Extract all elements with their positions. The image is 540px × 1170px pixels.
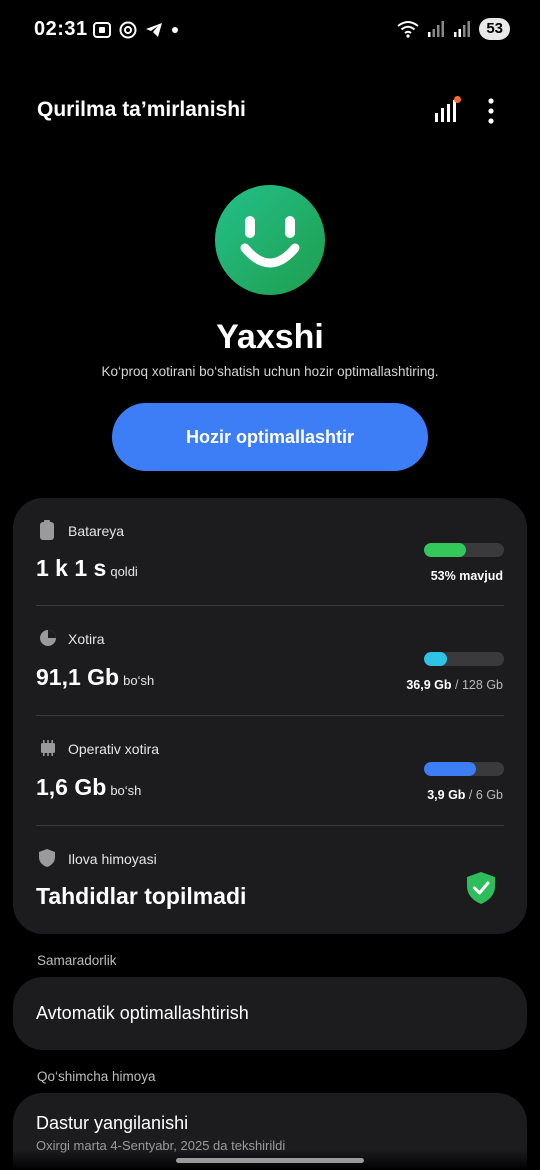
wifi-icon: [397, 21, 419, 38]
battery-level-badge: 53: [479, 18, 510, 40]
battery-caption: 53% mavjud: [430, 569, 503, 583]
app-protection-value: Tahdidlar topilmadi: [36, 883, 247, 909]
extra-protection-section-label: Qo‘shimcha himoya: [37, 1069, 156, 1084]
optimize-now-button[interactable]: Hozir optimallashtir: [112, 403, 428, 471]
ram-bar-fill: [424, 762, 476, 776]
pie-chart-icon: [40, 630, 56, 646]
auto-optimization-label: Avtomatik optimallashtirish: [36, 1003, 249, 1023]
storage-used: 36,9 Gb: [406, 678, 452, 692]
ram-value: 1,6 Gb: [36, 774, 107, 800]
ram-row[interactable]: Operativ xotira 1,6 Gb bo‘sh 3,9 Gb / 6 G…: [13, 716, 527, 825]
device-status-title: Yaxshi: [216, 318, 324, 356]
battery-value: 1 k 1 s: [36, 555, 107, 581]
home-indicator[interactable]: [176, 1158, 364, 1163]
more-options-icon: [488, 98, 494, 124]
device-status-hint: Ko‘proq xotirani bo‘shatish uchun hozir …: [101, 364, 439, 379]
app-protection-row[interactable]: Ilova himoyasi Tahdidlar topilmadi: [13, 826, 527, 934]
battery-bar-fill: [424, 543, 467, 557]
memory-chip-icon: [41, 740, 55, 756]
status-icons-right: 53: [397, 18, 510, 40]
chatgpt-icon: [119, 21, 137, 39]
ram-caption: 3,9 Gb / 6 Gb: [427, 788, 503, 802]
notification-dot: [454, 96, 461, 103]
shield-check-icon: [467, 872, 495, 904]
battery-icon: [40, 520, 54, 540]
battery-bar: [424, 543, 504, 557]
storage-bar-fill: [424, 652, 448, 666]
device-care-card: Batareya 1 k 1 s qoldi 53% mavjud Xotira …: [13, 498, 527, 934]
ram-total: 6 Gb: [475, 788, 503, 802]
more-options-button[interactable]: [482, 98, 500, 129]
ram-unit: bo‘sh: [110, 783, 142, 798]
smiley-status-icon: [215, 185, 325, 295]
app-protection-label: Ilova himoyasi: [68, 851, 157, 867]
auto-optimization-item[interactable]: Avtomatik optimallashtirish: [13, 977, 527, 1050]
dot-icon: [172, 27, 178, 33]
storage-bar: [424, 652, 504, 666]
battery-row[interactable]: Batareya 1 k 1 s qoldi 53% mavjud: [13, 498, 527, 605]
signal-icon-2: [454, 21, 471, 37]
shield-icon: [39, 849, 55, 867]
storage-row[interactable]: Xotira 91,1 Gb bo‘sh 36,9 Gb / 128 Gb: [13, 606, 527, 715]
storage-unit: bo‘sh: [123, 673, 155, 688]
screenshot-icon: [93, 22, 111, 38]
diagnostics-button[interactable]: [433, 96, 461, 129]
page-title: Qurilma ta’mirlanishi: [37, 98, 246, 121]
battery-label: Batareya: [68, 523, 125, 539]
telegram-icon: [146, 23, 162, 37]
storage-total: 128 Gb: [461, 678, 503, 692]
signal-icon: [428, 21, 445, 37]
storage-separator: /: [455, 678, 459, 692]
ram-used: 3,9 Gb: [427, 788, 466, 802]
ram-label: Operativ xotira: [68, 741, 160, 757]
status-icons-left: [92, 20, 180, 40]
storage-value: 91,1 Gb: [36, 664, 120, 690]
status-time: 02:31: [34, 18, 88, 40]
storage-label: Xotira: [68, 631, 105, 647]
ram-separator: /: [468, 788, 473, 802]
storage-caption: 36,9 Gb / 128 Gb: [406, 678, 503, 692]
performance-section-label: Samaradorlik: [37, 953, 117, 968]
battery-unit: qoldi: [110, 564, 138, 579]
ram-bar: [424, 762, 504, 776]
software-update-label: Dastur yangilanishi: [36, 1113, 189, 1133]
